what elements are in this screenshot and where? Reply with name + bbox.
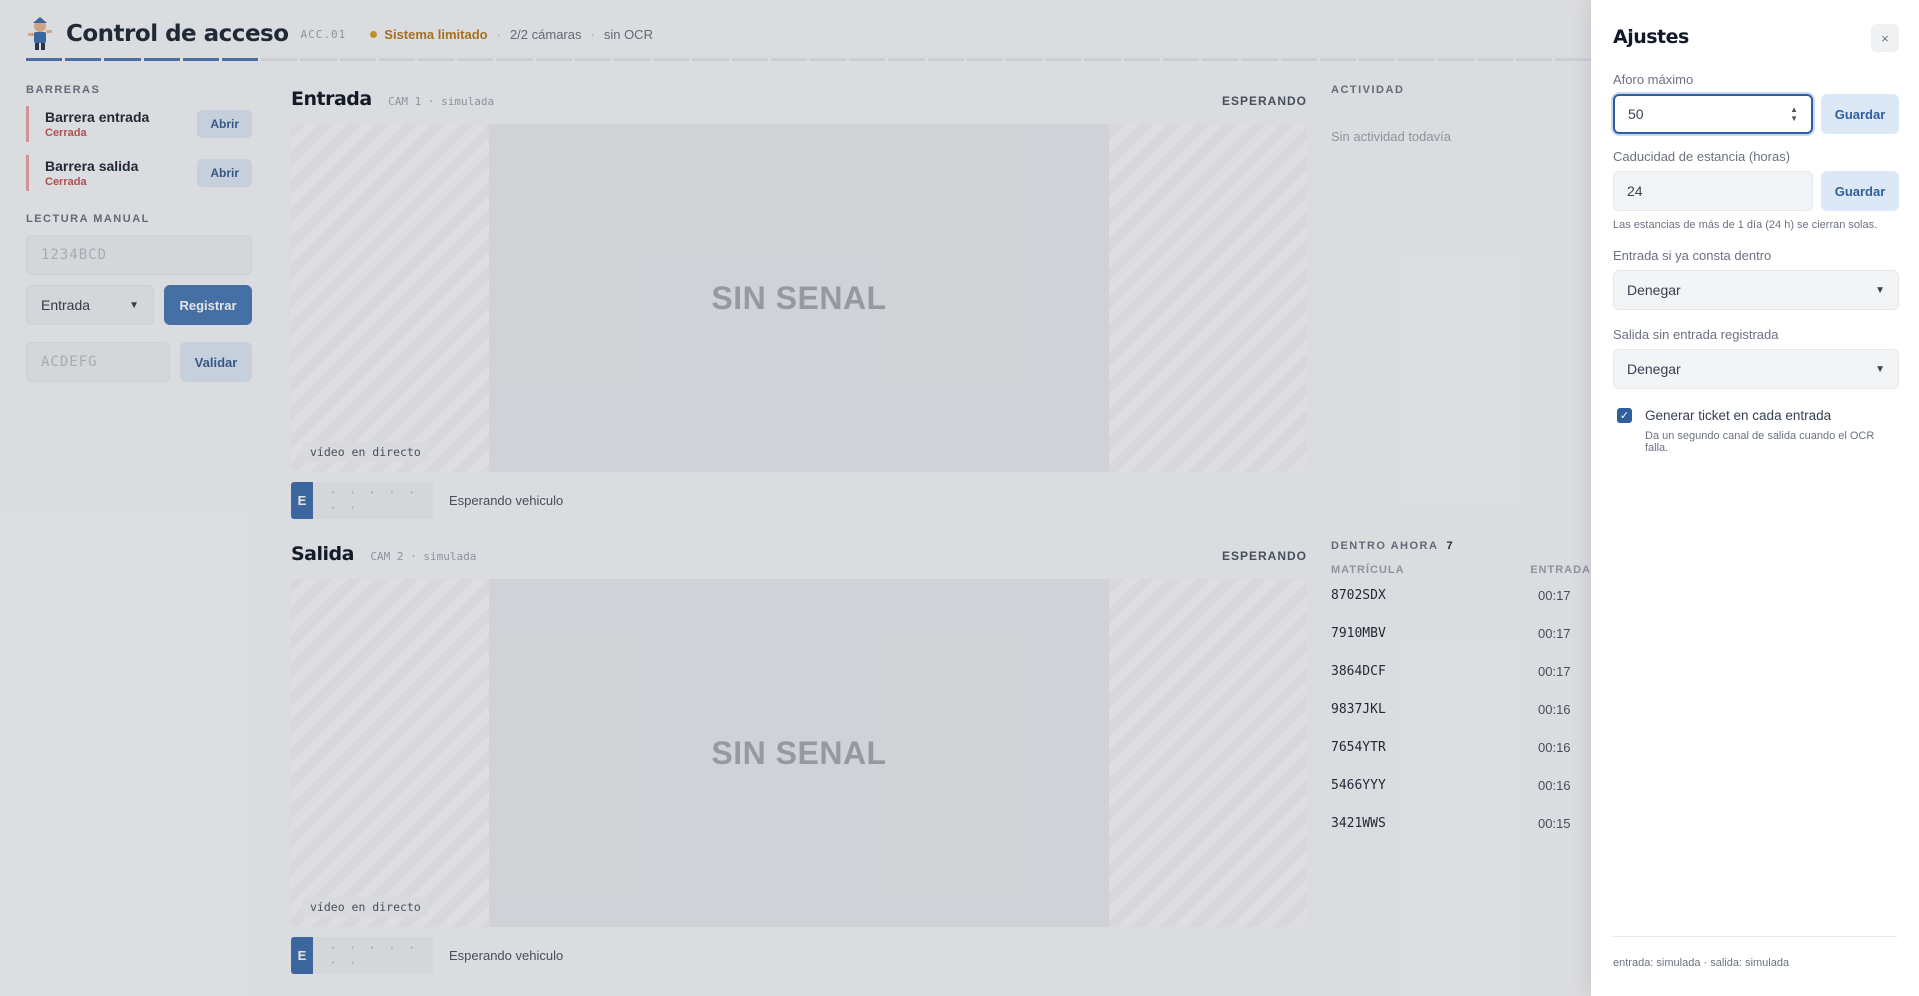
settings-drawer: Ajustes × Aforo máximo 50 ▲ ▼ Guardar Cad… <box>1591 0 1919 996</box>
ticket-field: ✓ Generar ticket en cada entrada Da un s… <box>1613 408 1899 454</box>
capacity-field: Aforo máximo 50 ▲ ▼ Guardar <box>1613 72 1899 134</box>
exit-no-entry-label: Salida sin entrada registrada <box>1613 327 1779 342</box>
ticket-checkbox[interactable]: ✓ <box>1617 408 1632 423</box>
save-capacity-button[interactable]: Guardar <box>1821 94 1899 134</box>
ticket-label[interactable]: Generar ticket en cada entrada <box>1645 408 1831 423</box>
exit-no-entry-select[interactable]: Denegar ▼ <box>1613 349 1899 389</box>
expiry-label: Caducidad de estancia (horas) <box>1613 149 1791 164</box>
exit-no-entry-field: Salida sin entrada registrada Denegar ▼ <box>1613 327 1899 389</box>
entry-inside-label: Entrada si ya consta dentro <box>1613 248 1772 263</box>
chevron-down-icon: ▼ <box>1875 363 1885 375</box>
expiry-hint: Las estancias de más de 1 día (24 h) se … <box>1613 219 1878 231</box>
ticket-hint: Da un segundo canal de salida cuando el … <box>1645 430 1875 454</box>
drawer-title: Ajustes <box>1613 26 1689 48</box>
stepper-icon[interactable]: ▲ ▼ <box>1790 105 1798 123</box>
expiry-input[interactable]: 24 <box>1613 171 1813 211</box>
modal-overlay[interactable] <box>0 0 1591 996</box>
capacity-label: Aforo máximo <box>1613 72 1694 87</box>
entry-inside-field: Entrada si ya consta dentro Denegar ▼ <box>1613 248 1899 310</box>
close-icon[interactable]: × <box>1871 24 1899 52</box>
expiry-field: Caducidad de estancia (horas) 24 Guardar… <box>1613 149 1899 231</box>
save-expiry-button[interactable]: Guardar <box>1821 171 1899 211</box>
drawer-footer: entrada: simulada · salida: simulada <box>1613 936 1897 969</box>
chevron-down-icon: ▼ <box>1875 284 1885 296</box>
entry-inside-select[interactable]: Denegar ▼ <box>1613 270 1899 310</box>
capacity-input[interactable]: 50 ▲ ▼ <box>1613 94 1813 134</box>
